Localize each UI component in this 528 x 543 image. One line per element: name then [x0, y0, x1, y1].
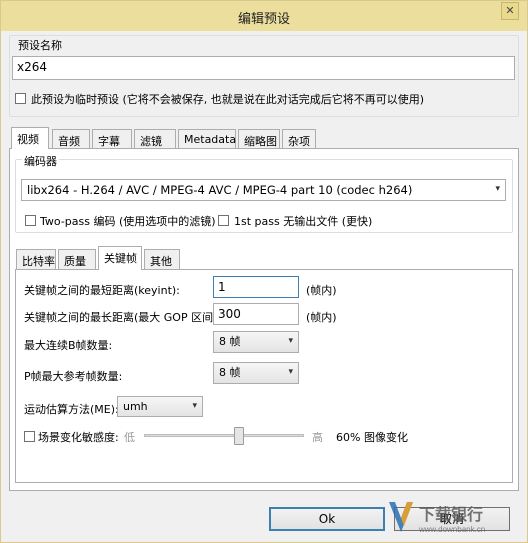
ok-button[interactable]: Ok: [269, 507, 385, 531]
two-pass-checkbox[interactable]: [25, 215, 36, 226]
tab-subtitles[interactable]: 字幕: [92, 129, 132, 149]
tab-thumbnail[interactable]: 缩略图: [238, 129, 280, 149]
chevron-down-icon: ▾: [288, 336, 293, 346]
temp-preset-checkbox[interactable]: [15, 93, 26, 104]
window-title: 编辑预设: [237, 12, 290, 27]
scene-change-label: 场景变化敏感度:: [38, 431, 119, 444]
first-pass-label: 1st pass 无输出文件 (更快): [234, 215, 373, 228]
encoder-select[interactable]: libx264 - H.264 / AVC / MPEG-4 AVC / MPE…: [21, 179, 506, 201]
watermark-logo: 下载银行 www.downbank.cn: [387, 498, 517, 536]
title-bar: 编辑预设 ✕: [1, 1, 527, 31]
chevron-down-icon: ▾: [192, 401, 197, 411]
me-value: umh: [123, 400, 148, 413]
max-keyint-input[interactable]: 300: [213, 303, 299, 325]
scene-low-label: 低: [124, 431, 135, 444]
me-select[interactable]: umh ▾: [117, 396, 203, 417]
dialog-body: 预设名称 x264 此预设为临时预设 (它将不会被保存, 也就是说在此对话完成后…: [6, 31, 522, 537]
temp-preset-label: 此预设为临时预设 (它将不会被保存, 也就是说在此对话完成后它将不再可以使用): [31, 93, 425, 106]
bframes-select[interactable]: 8 帧 ▾: [213, 331, 299, 353]
preset-name-label: 预设名称: [16, 37, 64, 53]
refs-label: P帧最大参考帧数量:: [24, 370, 123, 383]
bframes-label: 最大连续B帧数量:: [24, 339, 113, 352]
preset-name-input[interactable]: x264: [12, 56, 515, 80]
tab-filters[interactable]: 滤镜: [134, 129, 176, 149]
encoder-select-value: libx264 - H.264 / AVC / MPEG-4 AVC / MPE…: [27, 183, 413, 197]
svg-text:www.downbank.cn: www.downbank.cn: [418, 525, 485, 534]
bframes-value: 8 帧: [219, 335, 241, 348]
min-keyint-label: 关键帧之间的最短距离(keyint):: [24, 284, 180, 297]
tab-misc[interactable]: 杂项: [282, 129, 316, 149]
min-keyint-input[interactable]: 1: [213, 276, 299, 298]
chevron-down-icon: ▾: [495, 184, 500, 194]
max-keyint-label: 关键帧之间的最长距离(最大 GOP 区间):: [24, 311, 222, 324]
downbank-logo-icon: 下载银行 www.downbank.cn: [389, 502, 485, 534]
close-button[interactable]: ✕: [501, 2, 519, 20]
tab-metadata[interactable]: Metadata: [178, 129, 236, 149]
tab-audio[interactable]: 音频: [52, 129, 90, 149]
edit-preset-dialog: 编辑预设 ✕ 预设名称 x264 此预设为临时预设 (它将不会被保存, 也就是说…: [0, 0, 528, 543]
scene-readout: 60% 图像变化: [336, 431, 408, 444]
scene-slider-track[interactable]: [144, 434, 304, 437]
tab-other[interactable]: 其他: [144, 249, 180, 269]
tab-quality[interactable]: 质量: [58, 249, 96, 269]
scene-change-checkbox[interactable]: [24, 431, 35, 442]
svg-text:下载银行: 下载银行: [419, 505, 483, 524]
refs-value: 8 帧: [219, 366, 241, 379]
me-label: 运动估算方法(ME):: [24, 403, 119, 416]
scene-high-label: 高: [312, 431, 323, 444]
max-keyint-unit: (帧内): [306, 311, 337, 324]
encoder-group-label: 编码器: [22, 153, 59, 169]
chevron-down-icon: ▾: [288, 367, 293, 377]
refs-select[interactable]: 8 帧 ▾: [213, 362, 299, 384]
tab-keyframes[interactable]: 关键帧: [98, 246, 142, 270]
tab-video[interactable]: 视频: [11, 127, 49, 149]
first-pass-checkbox[interactable]: [218, 215, 229, 226]
two-pass-label: Two-pass 编码 (使用选项中的滤镜): [40, 215, 216, 228]
scene-slider-thumb[interactable]: [234, 427, 244, 445]
tab-bitrate[interactable]: 比特率: [16, 249, 56, 269]
min-keyint-unit: (帧内): [306, 284, 337, 297]
